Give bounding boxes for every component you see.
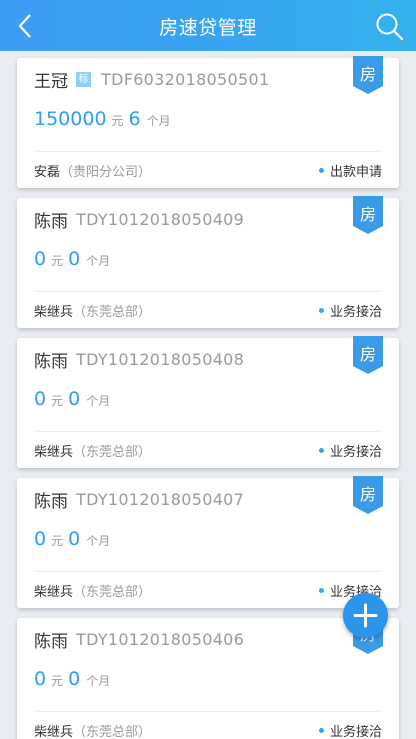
status-dot-icon — [318, 308, 324, 313]
loan-amount: 0 — [34, 388, 47, 410]
card-divider — [34, 151, 382, 152]
manager-name: 柴继兵 — [34, 585, 74, 600]
branch-name: （东莞总部） — [73, 585, 152, 600]
loan-code: TDY1012018050409 — [76, 209, 245, 229]
page-title: 房速贷管理 — [159, 17, 257, 39]
status-text: 出款申请 — [329, 165, 382, 180]
house-ribbon-icon: 房 — [353, 56, 383, 94]
search-icon[interactable] — [374, 11, 404, 41]
branch-name: （东莞总部） — [73, 305, 152, 320]
months-unit: 个月 — [86, 674, 111, 688]
manager-info: 柴继兵（东莞总部） — [34, 301, 151, 320]
app-header: 房速贷管理 — [0, 0, 416, 51]
applicant-name: 陈雨 — [34, 351, 68, 372]
status-label: 出款申请 — [318, 161, 382, 180]
house-ribbon-icon: 房 — [353, 196, 383, 234]
manager-name: 安磊 — [34, 165, 61, 180]
card-header-row: 陈雨 TDY1012018050406 — [34, 628, 245, 652]
card-divider — [34, 571, 382, 572]
loan-code: TDY1012018050407 — [76, 489, 245, 509]
card-divider — [34, 711, 382, 712]
loan-months: 6 — [128, 108, 141, 130]
house-ribbon-icon: 房 — [353, 476, 383, 514]
loan-amount: 0 — [34, 248, 47, 270]
status-text: 业务接洽 — [329, 305, 382, 320]
amount-row: 150000 元 6 个月 — [34, 108, 171, 130]
loan-card[interactable]: 陈雨 TDY1012018050409 0 元 0 个月 柴继兵（东莞总部） 业… — [17, 196, 399, 328]
manager-name: 柴继兵 — [34, 725, 74, 739]
applicant-name: 王冠 — [34, 71, 68, 92]
card-header-row: 陈雨 TDY1012018050407 — [34, 488, 245, 512]
loan-code: TDY1012018050406 — [76, 629, 245, 649]
amount-unit: 元 — [51, 254, 64, 268]
amount-unit: 元 — [51, 394, 64, 408]
manager-info: 柴继兵（东莞总部） — [34, 721, 151, 739]
card-header-row: 王冠 标 TDF6032018050501 — [34, 68, 270, 92]
loan-amount: 150000 — [34, 108, 107, 130]
loan-card[interactable]: 王冠 标 TDF6032018050501 150000 元 6 个月 安磊（贵… — [17, 56, 399, 188]
status-label: 业务接洽 — [318, 441, 382, 460]
card-header-row: 陈雨 TDY1012018050409 — [34, 208, 245, 232]
amount-row: 0 元 0 个月 — [34, 388, 110, 410]
amount-row: 0 元 0 个月 — [34, 248, 110, 270]
status-label: 业务接洽 — [318, 301, 382, 320]
card-divider — [34, 291, 382, 292]
card-divider — [34, 431, 382, 432]
status-dot-icon — [318, 588, 324, 593]
loan-code: TDY1012018050408 — [76, 349, 245, 369]
loan-list: 王冠 标 TDF6032018050501 150000 元 6 个月 安磊（贵… — [17, 56, 399, 739]
loan-card[interactable]: 陈雨 TDY1012018050406 0 元 0 个月 柴继兵（东莞总部） 业… — [17, 616, 399, 739]
months-unit: 个月 — [86, 254, 111, 268]
manager-name: 柴继兵 — [34, 305, 74, 320]
amount-row: 0 元 0 个月 — [34, 528, 110, 550]
loan-code: TDF6032018050501 — [101, 69, 270, 89]
amount-row: 0 元 0 个月 — [34, 668, 110, 690]
loan-months: 0 — [68, 528, 81, 550]
months-unit: 个月 — [86, 394, 111, 408]
months-unit: 个月 — [86, 534, 111, 548]
branch-name: （贵阳分公司） — [60, 165, 152, 180]
amount-unit: 元 — [51, 674, 64, 688]
house-ribbon-icon: 房 — [353, 336, 383, 374]
applicant-name: 陈雨 — [34, 211, 68, 232]
status-text: 业务接洽 — [329, 445, 382, 460]
add-button[interactable] — [343, 593, 388, 638]
amount-unit: 元 — [111, 114, 124, 128]
loan-months: 0 — [68, 248, 81, 270]
months-unit: 个月 — [146, 114, 171, 128]
branch-name: （东莞总部） — [73, 445, 152, 460]
loan-card[interactable]: 陈雨 TDY1012018050408 0 元 0 个月 柴继兵（东莞总部） 业… — [17, 336, 399, 468]
loan-amount: 0 — [34, 668, 47, 690]
loan-amount: 0 — [34, 528, 47, 550]
branch-name: （东莞总部） — [73, 725, 152, 739]
status-text: 业务接洽 — [329, 725, 382, 739]
applicant-name: 陈雨 — [34, 631, 68, 652]
status-label: 业务接洽 — [318, 721, 382, 739]
ribbon-label: 房 — [360, 345, 376, 364]
amount-unit: 元 — [51, 534, 64, 548]
manager-info: 柴继兵（东莞总部） — [34, 581, 151, 600]
ribbon-label: 房 — [360, 485, 376, 504]
plus-icon — [353, 603, 378, 628]
status-dot-icon — [318, 168, 324, 173]
ribbon-label: 房 — [360, 205, 376, 224]
tag-badge: 标 — [76, 71, 91, 87]
applicant-name: 陈雨 — [34, 491, 68, 512]
manager-info: 柴继兵（东莞总部） — [34, 441, 151, 460]
manager-info: 安磊（贵阳分公司） — [34, 161, 151, 180]
status-dot-icon — [318, 728, 324, 733]
ribbon-label: 房 — [360, 65, 376, 84]
card-header-row: 陈雨 TDY1012018050408 — [34, 348, 245, 372]
loan-months: 0 — [68, 668, 81, 690]
loan-card[interactable]: 陈雨 TDY1012018050407 0 元 0 个月 柴继兵（东莞总部） 业… — [17, 476, 399, 608]
manager-name: 柴继兵 — [34, 445, 74, 460]
loan-months: 0 — [68, 388, 81, 410]
status-dot-icon — [318, 448, 324, 453]
